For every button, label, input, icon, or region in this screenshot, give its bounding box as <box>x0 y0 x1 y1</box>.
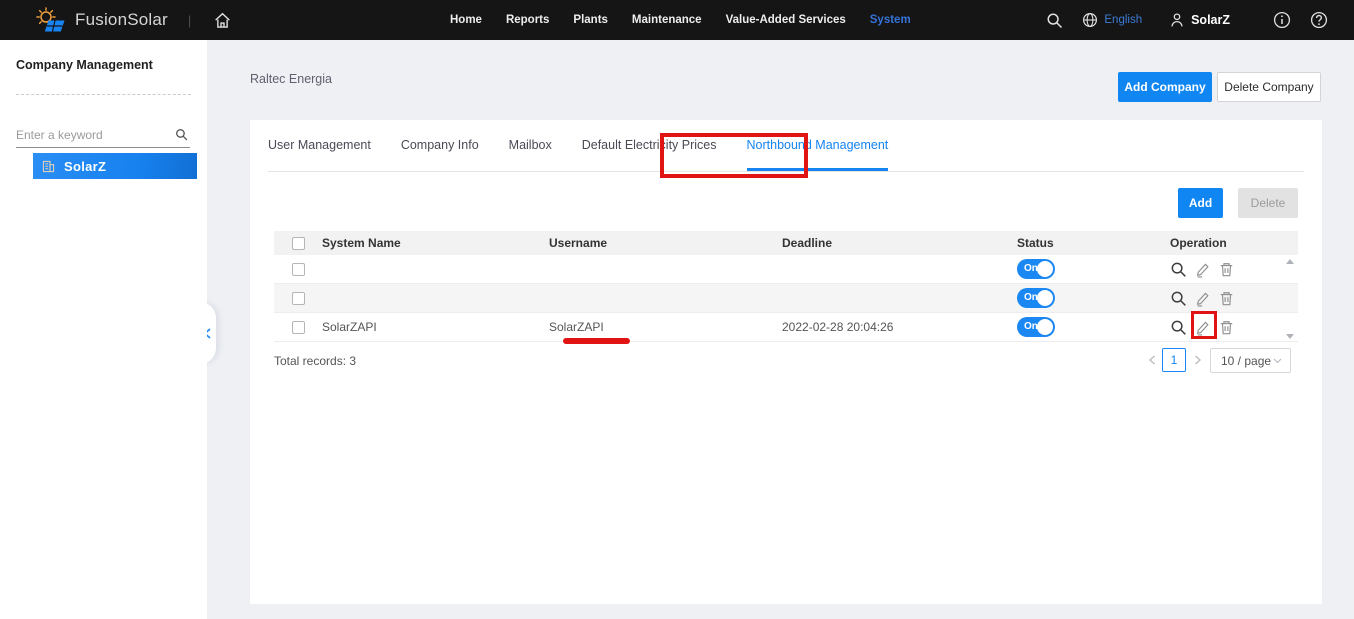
user-menu[interactable]: SolarZ <box>1169 12 1230 28</box>
sidebar-item-solarz[interactable]: SolarZ <box>33 153 197 179</box>
fusionsolar-logo-icon <box>36 7 66 34</box>
scroll-up-arrow[interactable] <box>1286 259 1294 264</box>
status-toggle[interactable]: On <box>1017 288 1055 308</box>
delete-button: Delete <box>1238 188 1298 218</box>
page-size-select[interactable]: 10 / page <box>1210 348 1291 373</box>
company-breadcrumb: Raltec Energia <box>250 72 332 86</box>
total-records-label: Total records: 3 <box>274 354 356 368</box>
sidebar-search <box>16 124 190 148</box>
delete-row-icon[interactable] <box>1218 319 1235 336</box>
table-row: SolarZAPI SolarZAPI 2022-02-28 20:04:26 … <box>274 313 1298 342</box>
sidebar: Company Management SolarZ <box>0 40 207 619</box>
brand-name: FusionSolar <box>75 10 168 30</box>
main-content: Raltec Energia Add Company Delete Compan… <box>207 40 1354 619</box>
add-company-button[interactable]: Add Company <box>1118 72 1212 102</box>
row-checkbox[interactable] <box>292 292 305 305</box>
row-checkbox[interactable] <box>292 321 305 334</box>
nav-plants[interactable]: Plants <box>573 14 608 26</box>
table-scrollbar[interactable] <box>1284 256 1296 342</box>
edit-icon[interactable] <box>1194 319 1211 336</box>
tabs-divider <box>268 171 1304 172</box>
nav-value-added-services[interactable]: Value-Added Services <box>726 14 846 26</box>
tab-mailbox[interactable]: Mailbox <box>509 120 552 171</box>
language-label: English <box>1104 14 1142 26</box>
tab-northbound-management[interactable]: Northbound Management <box>747 120 889 171</box>
search-icon[interactable] <box>1046 12 1063 29</box>
top-bar: FusionSolar | Home Reports Plants Mainte… <box>0 0 1354 40</box>
main-nav: Home Reports Plants Maintenance Value-Ad… <box>450 0 911 40</box>
tab-default-electricity-prices[interactable]: Default Electricity Prices <box>582 120 717 171</box>
nav-system[interactable]: System <box>870 14 911 26</box>
northbound-systems-table: System Name Username Deadline Status Ope… <box>274 231 1298 342</box>
chevron-down-icon <box>1273 358 1282 364</box>
cell-deadline <box>782 262 1014 276</box>
table-row: On <box>274 284 1298 313</box>
nav-maintenance[interactable]: Maintenance <box>632 14 702 26</box>
fusionsolar-app: FusionSolar | Home Reports Plants Mainte… <box>0 0 1354 619</box>
username-label: SolarZ <box>1191 13 1230 27</box>
view-details-icon[interactable] <box>1170 261 1187 278</box>
language-selector[interactable]: English <box>1082 12 1142 28</box>
delete-company-button[interactable]: Delete Company <box>1217 72 1321 102</box>
tab-bar: User Management Company Info Mailbox Def… <box>268 120 888 171</box>
cell-username: SolarZAPI <box>549 320 782 334</box>
help-icon[interactable] <box>1310 11 1328 29</box>
select-all-checkbox[interactable] <box>292 237 305 250</box>
tab-company-info[interactable]: Company Info <box>401 120 479 171</box>
col-deadline: Deadline <box>782 236 1014 250</box>
col-status: Status <box>1014 236 1157 250</box>
table-header-row: System Name Username Deadline Status Ope… <box>274 231 1298 255</box>
home-icon[interactable] <box>213 11 232 30</box>
col-username: Username <box>549 236 782 250</box>
add-button[interactable]: Add <box>1178 188 1223 218</box>
nav-home[interactable]: Home <box>450 14 482 26</box>
company-building-icon <box>41 159 56 174</box>
status-toggle[interactable]: On <box>1017 259 1055 279</box>
divider: | <box>188 13 191 28</box>
status-toggle[interactable]: On <box>1017 317 1055 337</box>
sidebar-search-input[interactable] <box>16 124 166 146</box>
cell-system-name: SolarZAPI <box>322 320 549 334</box>
page-number-button[interactable]: 1 <box>1162 348 1186 372</box>
scroll-down-arrow[interactable] <box>1286 334 1294 339</box>
view-details-icon[interactable] <box>1170 290 1187 307</box>
delete-row-icon[interactable] <box>1218 261 1235 278</box>
col-operation: Operation <box>1157 236 1298 250</box>
edit-icon[interactable] <box>1194 261 1211 278</box>
sidebar-search-icon[interactable] <box>175 128 188 146</box>
tab-user-management[interactable]: User Management <box>268 120 371 171</box>
company-detail-card: User Management Company Info Mailbox Def… <box>250 120 1322 604</box>
sidebar-title: Company Management <box>16 58 153 72</box>
row-checkbox[interactable] <box>292 263 305 276</box>
delete-row-icon[interactable] <box>1218 290 1235 307</box>
info-icon[interactable] <box>1273 11 1291 29</box>
nav-reports[interactable]: Reports <box>506 14 549 26</box>
next-page-icon[interactable] <box>1190 348 1206 372</box>
cell-deadline: 2022-02-28 20:04:26 <box>782 320 1014 334</box>
col-system-name: System Name <box>322 236 549 250</box>
view-details-icon[interactable] <box>1170 319 1187 336</box>
page-size-value: 10 / page <box>1221 354 1271 368</box>
sidebar-item-label: SolarZ <box>64 159 106 174</box>
edit-icon[interactable] <box>1194 290 1211 307</box>
prev-page-icon[interactable] <box>1144 348 1160 372</box>
user-icon <box>1169 12 1185 28</box>
dashed-divider <box>16 94 191 95</box>
table-row: On <box>274 255 1298 284</box>
globe-icon <box>1082 12 1098 28</box>
